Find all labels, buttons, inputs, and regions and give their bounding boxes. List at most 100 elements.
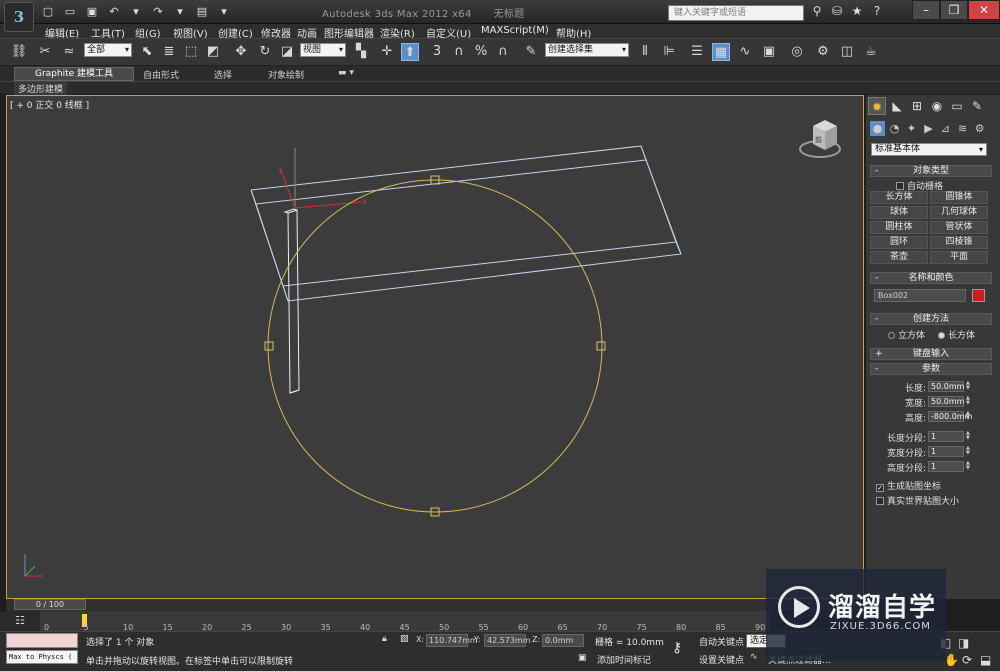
maximize-viewport-icon[interactable]: ⬓: [980, 653, 991, 667]
z-coord-field[interactable]: 0.0mm: [542, 634, 584, 647]
select-scale-icon[interactable]: ◪: [278, 43, 296, 61]
set-key-icon[interactable]: ⚷: [672, 640, 682, 656]
select-manipulate-icon[interactable]: ✛: [378, 43, 396, 61]
cylinder-button[interactable]: 圆柱体: [870, 221, 928, 234]
height-segs-spinner[interactable]: ▲ ▼: [966, 461, 972, 472]
parameters-rollout[interactable]: - 参数: [870, 363, 992, 375]
communication-star-icon[interactable]: ★: [850, 4, 864, 18]
geosphere-button[interactable]: 几何球体: [930, 206, 988, 219]
maxscript-output[interactable]: Max to Physcs (: [6, 650, 78, 664]
height-spinner[interactable]: ▲ ▼: [966, 411, 972, 422]
object-color-swatch[interactable]: [972, 289, 985, 302]
align-icon[interactable]: ⊫: [660, 43, 678, 61]
undo-icon[interactable]: ↶: [106, 4, 122, 19]
pan-view-icon[interactable]: ✋: [944, 653, 959, 667]
viewport-scene[interactable]: Y X 前: [7, 96, 865, 600]
real-world-map-checkbox[interactable]: 真实世界贴图大小: [876, 494, 959, 507]
pivot-center-icon[interactable]: ▚: [352, 43, 370, 61]
add-time-tag-icon[interactable]: ▣: [578, 653, 587, 663]
width-segs-spinner[interactable]: ▲ ▼: [966, 446, 972, 457]
lights-icon[interactable]: ✦: [904, 121, 919, 136]
select-rotate-icon[interactable]: ↻: [256, 43, 274, 61]
render-production-icon[interactable]: ☕: [862, 43, 880, 61]
maxscript-listener-mini[interactable]: [6, 633, 78, 648]
select-move-icon[interactable]: ✥: [232, 43, 250, 61]
maximize-button[interactable]: ❐: [940, 0, 968, 20]
redo-icon[interactable]: ↷: [150, 4, 166, 19]
customize-qa-icon[interactable]: ▾: [216, 4, 232, 19]
pyramid-button[interactable]: 四棱锥: [930, 236, 988, 249]
shapes-icon[interactable]: ◔: [887, 121, 902, 136]
creation-method-rollout[interactable]: - 创建方法: [870, 313, 992, 325]
length-spinner[interactable]: ▲ ▼: [966, 381, 972, 392]
length-segs-field[interactable]: 1: [928, 431, 964, 442]
helpers-icon[interactable]: ⊿: [938, 121, 953, 136]
mirror-icon[interactable]: ⫴: [636, 43, 654, 61]
bind-space-warp-icon[interactable]: ≈: [60, 43, 78, 61]
new-file-icon[interactable]: ▢: [40, 4, 56, 19]
tab-selection[interactable]: 选择: [214, 68, 232, 81]
length-segs-spinner[interactable]: ▲ ▼: [966, 431, 972, 442]
geometry-icon[interactable]: ●: [870, 121, 885, 136]
viewport-label[interactable]: [ + 0 正交 0 线框 ]: [10, 98, 89, 111]
space-warps-icon[interactable]: ≋: [955, 121, 970, 136]
ribbon-options-icon[interactable]: ▬ ▾: [338, 68, 354, 78]
tab-graphite-modeling[interactable]: Graphite 建模工具: [14, 67, 134, 81]
name-color-rollout[interactable]: - 名称和颜色: [870, 272, 992, 284]
set-key-button[interactable]: 设置关键点: [699, 653, 744, 666]
save-icon[interactable]: ▣: [84, 4, 100, 19]
lock-icon[interactable]: 🔒︎: [382, 634, 387, 644]
schematic-view-icon[interactable]: ▣: [760, 43, 778, 61]
tube-button[interactable]: 管状体: [930, 221, 988, 234]
object-type-rollout[interactable]: - 对象类型: [870, 165, 992, 177]
sphere-button[interactable]: 球体: [870, 206, 928, 219]
mini-curve-editor-icon[interactable]: ☷: [12, 612, 28, 628]
height-field[interactable]: -800.0mm: [928, 411, 972, 422]
undo-dropdown-icon[interactable]: ▾: [128, 4, 144, 19]
display-tab-icon[interactable]: ▭: [948, 97, 966, 115]
percent-snap-icon[interactable]: %: [472, 43, 490, 61]
tab-object-paint[interactable]: 对象绘制: [268, 68, 304, 81]
select-by-name-icon[interactable]: ≣: [160, 43, 178, 61]
project-folder-icon[interactable]: ▤: [194, 4, 210, 19]
circle-shape[interactable]: [264, 175, 606, 517]
layer-manager-icon[interactable]: ☰: [688, 43, 706, 61]
selection-filter-dropdown[interactable]: 全部: [84, 43, 132, 57]
perspective-viewport[interactable]: Y X 前 [ + 0 正交 0 线框 ]: [6, 95, 864, 599]
box-shelf-wireframe[interactable]: [250, 145, 682, 302]
window-crossing-icon[interactable]: ◩: [204, 43, 222, 61]
width-spinner[interactable]: ▲ ▼: [966, 396, 972, 407]
snaps-toggle-icon[interactable]: 3: [428, 43, 446, 61]
torus-button[interactable]: 圆环: [870, 236, 928, 249]
width-segs-field[interactable]: 1: [928, 446, 964, 457]
subscription-icon[interactable]: ⛁: [830, 4, 844, 18]
y-coord-field[interactable]: 42.573mm: [484, 634, 531, 647]
systems-icon[interactable]: ⚙: [972, 121, 987, 136]
menu-maxscript[interactable]: MAXScript(M): [481, 25, 549, 36]
create-tab-icon[interactable]: ✹: [868, 97, 886, 115]
cone-button[interactable]: 圆锥体: [930, 191, 988, 204]
keyboard-shortcut-override-icon[interactable]: ⬆: [401, 43, 419, 61]
tab-freeform[interactable]: 自由形式: [143, 68, 179, 81]
graphite-toggle-icon[interactable]: ▦: [712, 43, 730, 61]
auto-key-button[interactable]: 自动关键点: [699, 635, 744, 648]
zoom-extents-all-icon[interactable]: ◨: [958, 636, 969, 650]
primitive-category-dropdown[interactable]: 标准基本体: [871, 143, 987, 156]
rect-selection-region-icon[interactable]: ⬚: [182, 43, 200, 61]
edit-named-selections-icon[interactable]: ✎: [522, 43, 540, 61]
plane-button[interactable]: 平面: [930, 251, 988, 264]
orbit-icon[interactable]: ⟳: [962, 653, 972, 667]
hierarchy-tab-icon[interactable]: ⊞: [908, 97, 926, 115]
minimize-button[interactable]: –: [912, 0, 940, 20]
material-editor-icon[interactable]: ◎: [788, 43, 806, 61]
absolute-mode-icon[interactable]: ▨: [400, 634, 409, 644]
teapot-button[interactable]: 茶壶: [870, 251, 928, 264]
search-input[interactable]: 键入关键字或短语: [668, 5, 804, 21]
unlink-icon[interactable]: ✂: [36, 43, 54, 61]
width-field[interactable]: 50.0mm: [928, 396, 964, 407]
gen-mapping-checkbox[interactable]: ✓ 生成贴图坐标: [876, 479, 941, 492]
redo-dropdown-icon[interactable]: ▾: [172, 4, 188, 19]
box-button[interactable]: 长方体: [870, 191, 928, 204]
viewcube[interactable]: 前: [799, 120, 841, 158]
cube-radio[interactable]: 立方体: [888, 328, 925, 341]
